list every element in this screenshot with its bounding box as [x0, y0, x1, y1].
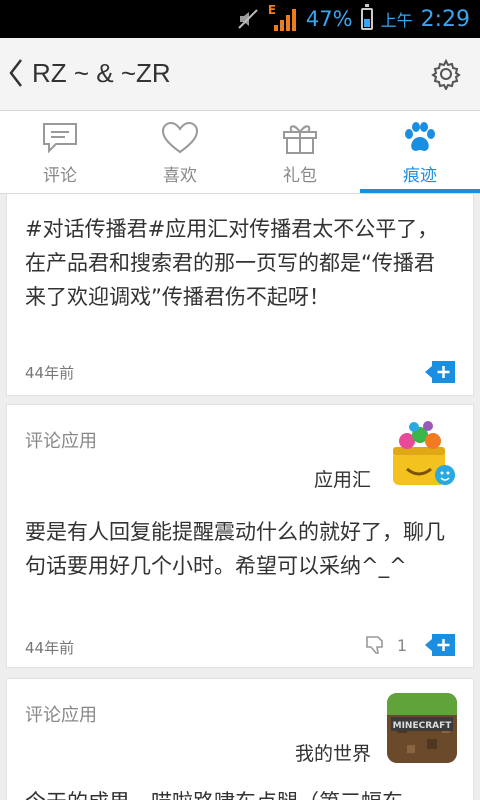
tab-label: 痕迹 [403, 166, 437, 186]
add-button[interactable] [425, 634, 455, 656]
feed-card[interactable]: 评论应用 我的世界 MINECRAFT 今天的成果，喵啦路啸东点腿（第三幅东 [6, 678, 474, 800]
paw-icon [405, 122, 435, 151]
tab-label: 喜欢 [163, 166, 197, 186]
tab-gifts[interactable]: 礼包 [240, 111, 360, 193]
signal-icon: E [268, 3, 298, 33]
card-label: 评论应用 [25, 431, 97, 452]
activity-feed: #对话传播君#应用汇对传播君太不公平了，在产品君和搜索君的那一页写的都是“传播君… [0, 194, 480, 800]
app-name[interactable]: 应用汇 [314, 465, 371, 492]
gear-icon[interactable] [430, 58, 462, 90]
add-button[interactable] [425, 361, 455, 383]
status-icons: E 47% 上午 2:29 [236, 0, 470, 38]
battery-percent: 47% [305, 7, 353, 31]
tab-label: 礼包 [283, 166, 317, 186]
clock-ampm: 上午 [380, 11, 413, 30]
tab-comments[interactable]: 评论 [0, 111, 120, 193]
dislike-count: 1 [396, 635, 407, 655]
thumbs-down-icon [366, 636, 383, 654]
page-title: RZ ~ & ~ZR [32, 58, 171, 88]
card-text: #对话传播君#应用汇对传播君太不公平了，在产品君和搜索君的那一页写的都是“传播君… [25, 217, 439, 309]
battery-icon [360, 4, 373, 30]
minecraft-logo-text: MINECRAFT [393, 721, 453, 731]
tab-bar: 评论 喜欢 礼包 痕迹 [0, 111, 480, 194]
tab-traces[interactable]: 痕迹 [360, 111, 480, 193]
app-name[interactable]: 我的世界 [295, 739, 371, 766]
card-label: 评论应用 [25, 705, 97, 726]
card-time: 44年前 [25, 639, 75, 657]
clock-time: 2:29 [420, 6, 470, 32]
tab-label: 评论 [43, 166, 77, 186]
comment-icon [43, 123, 77, 154]
heart-icon [161, 121, 199, 154]
card-time: 44年前 [25, 364, 75, 382]
feed-card[interactable]: #对话传播君#应用汇对传播君太不公平了，在产品君和搜索君的那一页写的都是“传播君… [6, 194, 474, 396]
app-icon-appchina[interactable] [387, 419, 457, 489]
card-text: 要是有人回复能提醒震动什么的就好了，聊几句话要用好几个小时。希望可以采纳^_^ [25, 520, 445, 578]
tab-likes[interactable]: 喜欢 [120, 111, 240, 193]
back-icon[interactable] [8, 58, 24, 88]
feed-card[interactable]: 评论应用 应用汇 要是有人回复能提醒震动什么的就好了，聊几句话要用好几个小时。希… [6, 404, 474, 668]
app-icon-minecraft[interactable]: MINECRAFT [387, 693, 457, 763]
status-bar: E 47% 上午 2:29 [0, 0, 480, 38]
card-text: 今天的成果，喵啦路啸东点腿（第三幅东 [25, 785, 445, 800]
gift-icon [283, 125, 317, 154]
top-bar: RZ ~ & ~ZR [0, 38, 480, 111]
dislike-button[interactable]: 1 [365, 635, 407, 655]
mute-icon [238, 9, 258, 29]
